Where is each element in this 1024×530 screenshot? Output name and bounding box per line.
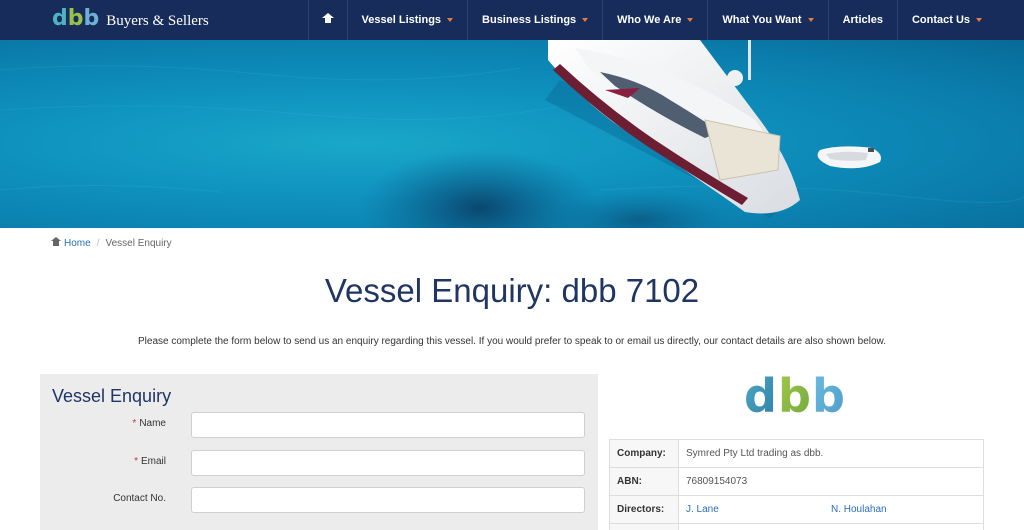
abn-key: ABN:: [609, 467, 679, 496]
table-row: ABN: 76809154073: [609, 467, 984, 496]
table-row: Directors: J. Lane N. Houlahan: [609, 495, 984, 524]
logo-letter-d: d: [744, 372, 777, 418]
name-label-text: Name: [139, 418, 166, 429]
required-marker: *: [134, 456, 138, 467]
company-details-table: Company: Symred Pty Ltd trading as dbb. …: [609, 439, 984, 530]
form-title: Vessel Enquiry: [52, 386, 172, 406]
table-row: [609, 523, 984, 530]
nav-label: Who We Are: [617, 14, 682, 26]
company-value: Symred Pty Ltd trading as dbb.: [678, 439, 984, 468]
nav-label: Articles: [842, 14, 883, 26]
name-input[interactable]: [191, 412, 585, 438]
home-icon: [51, 237, 61, 247]
hero-yacht-illustration: [0, 40, 1024, 228]
nav-label: Contact Us: [911, 14, 970, 26]
brand-name: Buyers & Sellers: [106, 13, 209, 29]
email-label: * Email: [134, 456, 166, 467]
directors-key: Directors:: [609, 495, 679, 524]
caret-down-icon: [582, 18, 589, 22]
breadcrumb-home-label: Home: [64, 238, 91, 249]
intro-text: Please complete the form below to send u…: [138, 336, 886, 347]
caret-down-icon: [976, 18, 982, 22]
abn-value: 76809154073: [678, 467, 984, 496]
main-nav: Vessel Listings Business Listings Who We…: [307, 0, 996, 40]
director-link-lane[interactable]: J. Lane: [686, 504, 719, 515]
breadcrumb: Home / Vessel Enquiry: [51, 237, 172, 249]
email-label-text: Email: [140, 456, 166, 467]
breadcrumb-current: Vessel Enquiry: [105, 238, 172, 249]
nav-who-we-are[interactable]: Who We Are: [602, 0, 707, 40]
brand-mark: dbb: [52, 6, 100, 31]
nav-articles[interactable]: Articles: [827, 0, 897, 40]
brand-logo[interactable]: dbb Buyers & Sellers: [52, 6, 209, 34]
page-title: Vessel Enquiry: dbb 7102: [324, 272, 700, 309]
nav-label: Vessel Listings: [361, 14, 442, 26]
nav-business-listings[interactable]: Business Listings: [467, 0, 602, 40]
nav-label: Business Listings: [482, 14, 577, 26]
email-input[interactable]: [191, 450, 585, 476]
logo-letter-b1: b: [778, 372, 811, 418]
nav-label: What You Want: [722, 14, 802, 26]
breadcrumb-separator: /: [96, 238, 100, 249]
enquiry-form-panel: Vessel Enquiry * Name * Email Contact No.: [40, 374, 598, 530]
top-navbar: dbb Buyers & Sellers Vessel Listings Bus…: [0, 0, 1024, 40]
nav-contact-us[interactable]: Contact Us: [896, 0, 996, 40]
breadcrumb-home-link[interactable]: Home: [51, 237, 91, 249]
name-field-row: * Name: [40, 412, 598, 438]
home-icon: [321, 12, 334, 25]
nav-what-you-want[interactable]: What You Want: [707, 0, 827, 40]
nav-home[interactable]: [307, 0, 347, 40]
nav-vessel-listings[interactable]: Vessel Listings: [346, 0, 467, 40]
table-row: Company: Symred Pty Ltd trading as dbb.: [609, 439, 984, 468]
contact-field-row: Contact No.: [40, 487, 598, 513]
caret-down-icon: [447, 18, 454, 22]
empty-value: [678, 523, 984, 530]
name-label: * Name: [132, 418, 166, 429]
hero-banner-image: [0, 40, 1024, 228]
contact-label: Contact No.: [113, 493, 166, 504]
directors-value: J. Lane N. Houlahan: [678, 495, 984, 524]
required-marker: *: [132, 418, 137, 429]
director-link-houlahan[interactable]: N. Houlahan: [831, 504, 887, 515]
dbb-logo: d b b: [744, 372, 845, 418]
logo-letter-b2: b: [812, 372, 845, 418]
company-key: Company:: [609, 439, 679, 468]
caret-down-icon: [807, 18, 814, 22]
email-field-row: * Email: [40, 450, 598, 476]
contact-no-input[interactable]: [191, 487, 585, 513]
empty-key: [609, 523, 679, 530]
caret-down-icon: [687, 18, 694, 22]
